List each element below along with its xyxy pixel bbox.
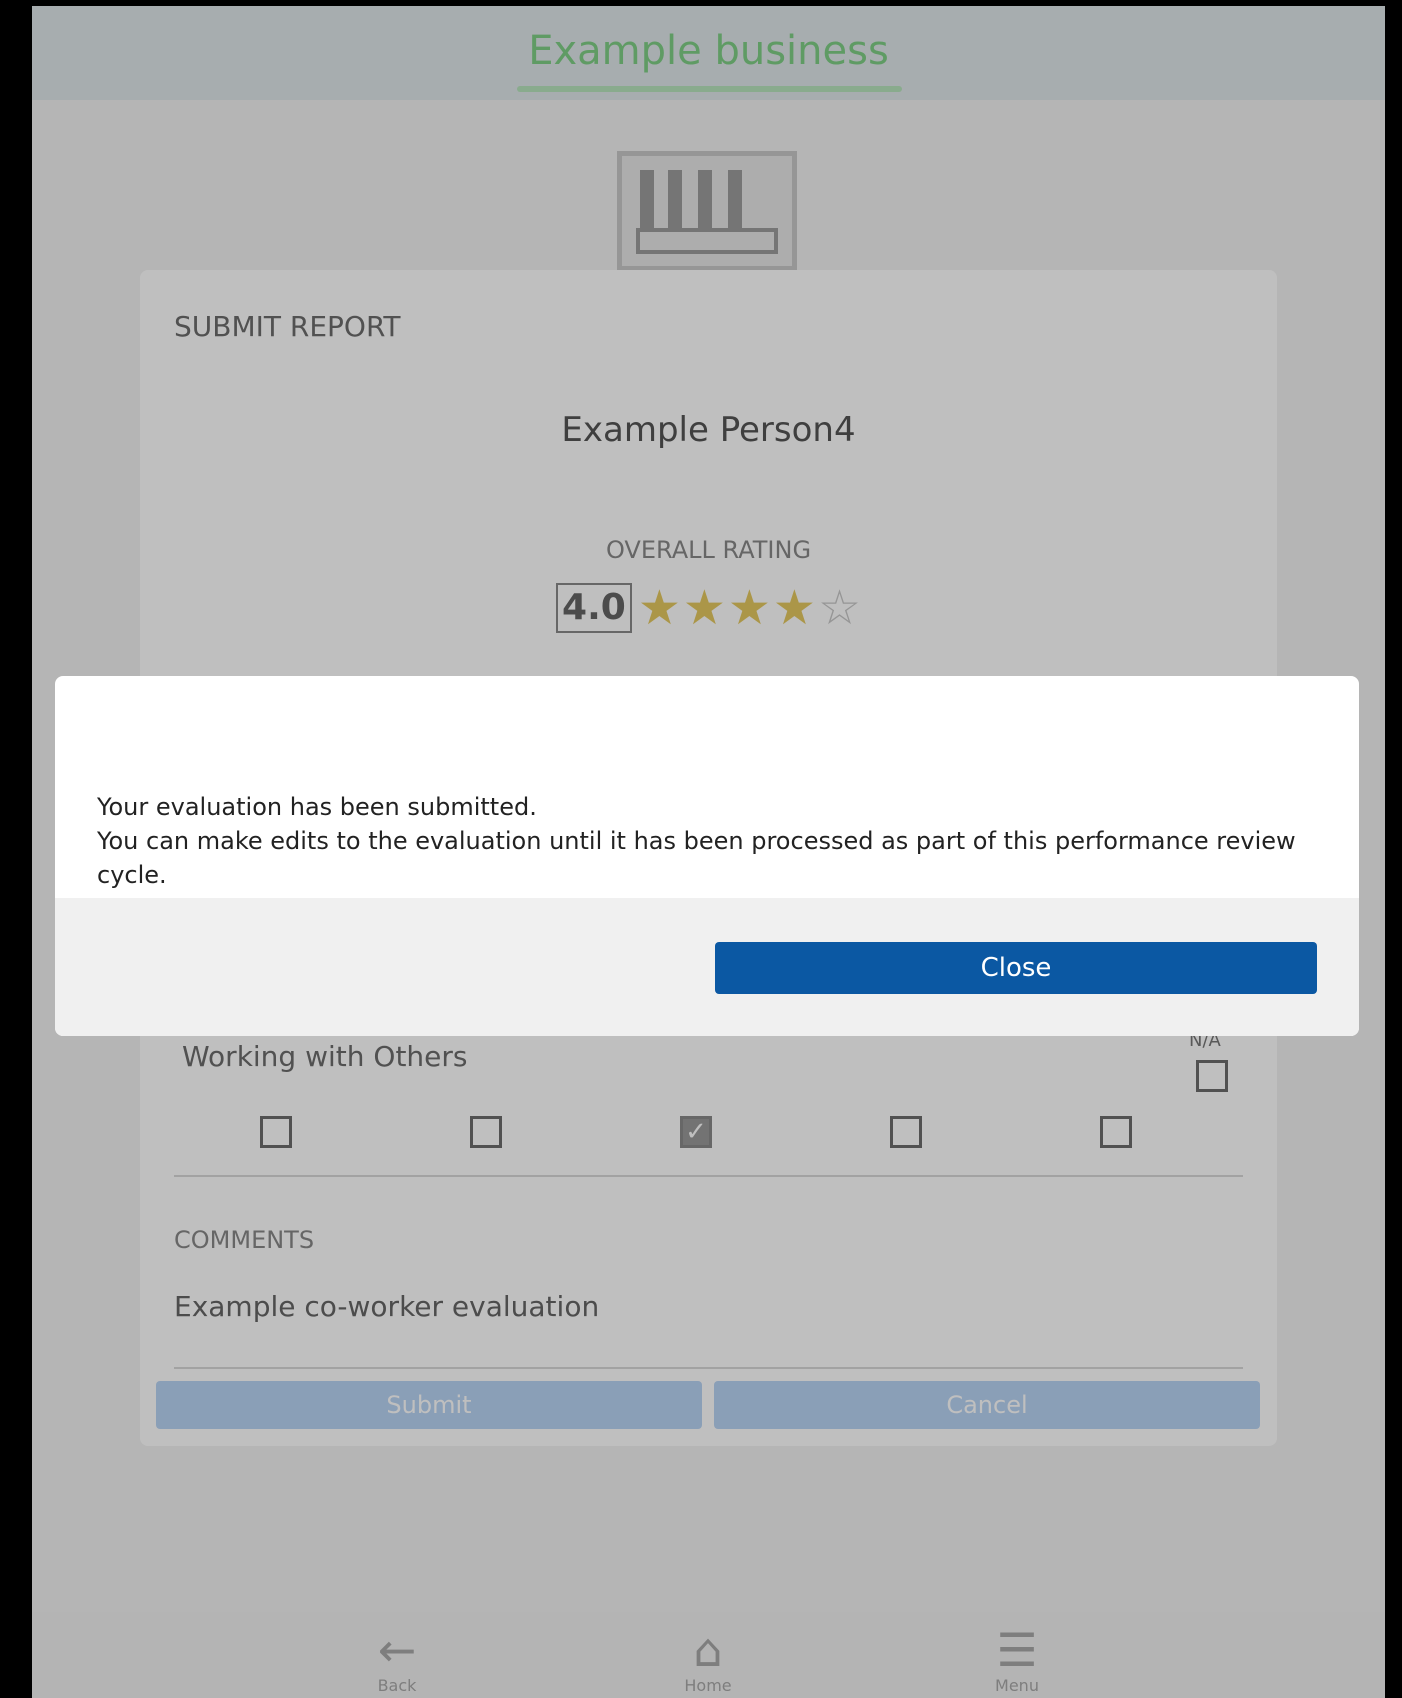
dialog-line-1: Your evaluation has been submitted. xyxy=(97,793,537,821)
dialog-line-2: You can make edits to the evaluation unt… xyxy=(97,827,1296,889)
submitted-dialog: Your evaluation has been submitted. You … xyxy=(55,676,1359,1036)
dialog-message: Your evaluation has been submitted. You … xyxy=(97,790,1359,892)
close-button[interactable]: Close xyxy=(715,942,1317,994)
